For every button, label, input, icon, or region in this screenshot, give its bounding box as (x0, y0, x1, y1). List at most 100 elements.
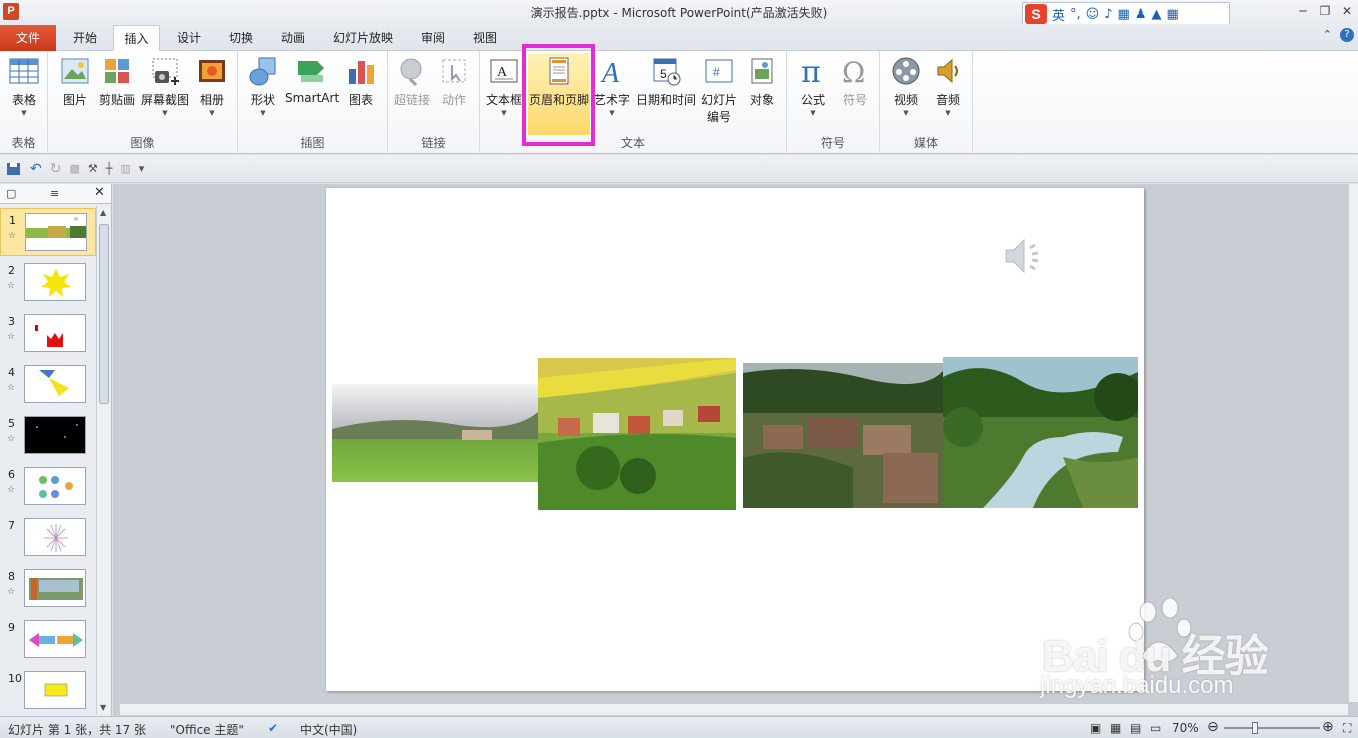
slide-thumbnail-image[interactable] (25, 213, 87, 251)
object-button[interactable]: 对象 (744, 53, 780, 108)
scroll-down-icon[interactable]: ▼ (100, 703, 106, 712)
theme-name-status[interactable]: "Office 主题" (170, 721, 244, 738)
chart-button[interactable]: 图表 (342, 53, 380, 108)
keyboard-icon[interactable]: ▦ (1118, 7, 1130, 22)
album-button[interactable]: 相册 ▼ (194, 53, 230, 117)
tab-home[interactable]: 开始 (62, 25, 108, 51)
slideshow-view-icon[interactable]: ▭ (1150, 721, 1161, 735)
ime-mode-label[interactable]: 英 (1052, 5, 1065, 24)
minimize-button[interactable]: ─ (1292, 0, 1314, 22)
close-pane-icon[interactable]: ✕ (94, 185, 105, 200)
table-button[interactable]: 表格 ▼ (5, 53, 43, 117)
hyperlink-button[interactable]: 超链接 (392, 53, 432, 108)
restore-button[interactable]: ❐ (1314, 0, 1336, 22)
slide-thumbnail-image[interactable] (24, 416, 86, 454)
slide-thumbnail[interactable]: 4 ☆ (0, 361, 96, 409)
slide-thumbnail[interactable]: 3 ☆ (0, 310, 96, 358)
symbol-button[interactable]: Ω 符号 (837, 53, 873, 108)
grid-menu-icon[interactable]: ▦ (1166, 7, 1178, 22)
shapes-button[interactable]: 形状 ▼ (244, 53, 282, 117)
video-button[interactable]: 视频 ▼ (888, 53, 924, 117)
undo-icon[interactable]: ↶ (30, 161, 42, 177)
landscape-photo-field[interactable] (332, 384, 538, 482)
skin-icon[interactable]: ▲ (1151, 7, 1161, 22)
redo-icon[interactable]: ↻ (50, 161, 62, 177)
align-icon[interactable]: ┼ (106, 162, 113, 175)
tab-design[interactable]: 设计 (166, 25, 212, 51)
language-status[interactable]: 中文(中国) (300, 721, 357, 738)
clipart-button[interactable]: 剪贴画 (96, 53, 138, 108)
slide-sorter-icon[interactable]: ▦ (1110, 721, 1121, 735)
wordart-button[interactable]: A 艺术字 ▼ (592, 53, 632, 117)
fit-to-window-icon[interactable]: ⛶ (1343, 721, 1351, 736)
ime-toolbar[interactable]: S 英 °, ☺ ♪ ▦ ♟ ▲ ▦ (1022, 2, 1230, 26)
slide-thumbnail[interactable]: 8 ☆ (0, 565, 96, 613)
microphone-icon[interactable]: ♪ (1104, 7, 1112, 22)
slide-thumbnail[interactable]: 7 (0, 514, 96, 562)
scroll-up-icon[interactable]: ▲ (100, 208, 106, 217)
slide-thumbnail[interactable]: 5 ☆ (0, 412, 96, 460)
slide-thumbnail-image[interactable] (24, 467, 86, 505)
scrollbar-thumb[interactable] (99, 224, 109, 404)
normal-view-icon[interactable]: ▣ (1090, 721, 1101, 735)
punctuation-icon[interactable]: °, (1070, 7, 1081, 22)
slide-thumbnail-image[interactable] (24, 365, 86, 403)
slide-thumbnail-image[interactable] (24, 263, 86, 301)
audio-button[interactable]: 音频 ▼ (930, 53, 966, 117)
slide-thumbnail[interactable]: 10 (0, 667, 96, 715)
slide-thumbnail[interactable]: 6 ☆ (0, 463, 96, 511)
help-icon[interactable]: ? (1340, 28, 1354, 42)
collapse-ribbon-icon[interactable]: ⌃ (1323, 28, 1332, 42)
spell-check-icon[interactable]: ✔ (268, 721, 278, 735)
slide-thumbnail-image[interactable] (24, 620, 86, 658)
emoji-icon[interactable]: ☺ (1086, 7, 1100, 22)
tab-animations[interactable]: 动画 (270, 25, 316, 51)
zoom-slider[interactable] (1224, 727, 1320, 729)
distribute-icon[interactable]: ▥ (120, 162, 130, 175)
screenshot-button[interactable]: 屏幕截图 ▼ (140, 53, 190, 117)
smartart-button[interactable]: SmartArt (285, 53, 339, 105)
zoom-in-icon[interactable]: ⊕ (1322, 719, 1334, 735)
repeat-icon[interactable]: ▩ (69, 162, 79, 175)
customize-qat-icon[interactable]: ▾ (139, 162, 145, 175)
action-button[interactable]: 动作 (436, 53, 472, 108)
slide-thumbnail[interactable]: 2 ☆ (0, 259, 96, 307)
tab-review[interactable]: 审阅 (410, 25, 456, 51)
group-label-symbols: 符号 (820, 136, 845, 150)
picture-button[interactable]: 图片 (56, 53, 94, 108)
slide-thumbnail-image[interactable] (24, 314, 86, 352)
slide-number-button[interactable]: # 幻灯片 编号 (698, 53, 740, 125)
slide-thumbnail-image[interactable] (24, 671, 86, 709)
save-icon[interactable] (6, 162, 22, 176)
reading-view-icon[interactable]: ▤ (1130, 721, 1141, 735)
textbox-button[interactable]: A 文本框 ▼ (484, 53, 524, 117)
tab-view[interactable]: 视图 (462, 25, 508, 51)
zoom-level[interactable]: 70% (1172, 721, 1199, 735)
vertical-scrollbar[interactable] (1348, 184, 1358, 702)
slide-thumbnail-image[interactable] (24, 569, 86, 607)
slide-count-status[interactable]: 幻灯片 第 1 张，共 17 张 (8, 721, 146, 738)
tab-file[interactable]: 文件 (0, 25, 56, 51)
format-painter-icon[interactable]: ⚒ (88, 162, 98, 175)
user-icon[interactable]: ♟ (1135, 7, 1147, 22)
slide-thumbnail[interactable]: 9 (0, 616, 96, 664)
tab-slideshow[interactable]: 幻灯片放映 (325, 25, 401, 51)
datetime-button[interactable]: 5 日期和时间 (636, 53, 696, 108)
landscape-photo-village-fields[interactable] (538, 358, 736, 510)
landscape-photo-river[interactable] (943, 357, 1138, 508)
tab-insert[interactable]: 插入 (113, 25, 160, 52)
slide-thumbnail-image[interactable] (24, 518, 86, 556)
equation-button[interactable]: π 公式 ▼ (795, 53, 831, 117)
zoom-slider-thumb[interactable] (1252, 722, 1258, 734)
tab-transitions[interactable]: 切换 (218, 25, 264, 51)
slide-canvas[interactable] (326, 188, 1144, 691)
outline-tab-icon[interactable]: ≡ (50, 187, 59, 200)
landscape-photo-old-village[interactable] (743, 363, 943, 508)
zoom-out-icon[interactable]: ⊖ (1207, 719, 1219, 735)
slide-thumbnail[interactable]: 1 ☆ (0, 208, 96, 256)
audio-speaker-icon[interactable] (1002, 234, 1050, 278)
sogou-ime-icon[interactable]: S (1025, 4, 1047, 24)
slides-pane-scrollbar[interactable]: ▲ ▼ (96, 206, 110, 714)
close-window-button[interactable]: ✕ (1336, 0, 1358, 22)
slides-tab-icon[interactable]: ▢ (6, 187, 16, 200)
